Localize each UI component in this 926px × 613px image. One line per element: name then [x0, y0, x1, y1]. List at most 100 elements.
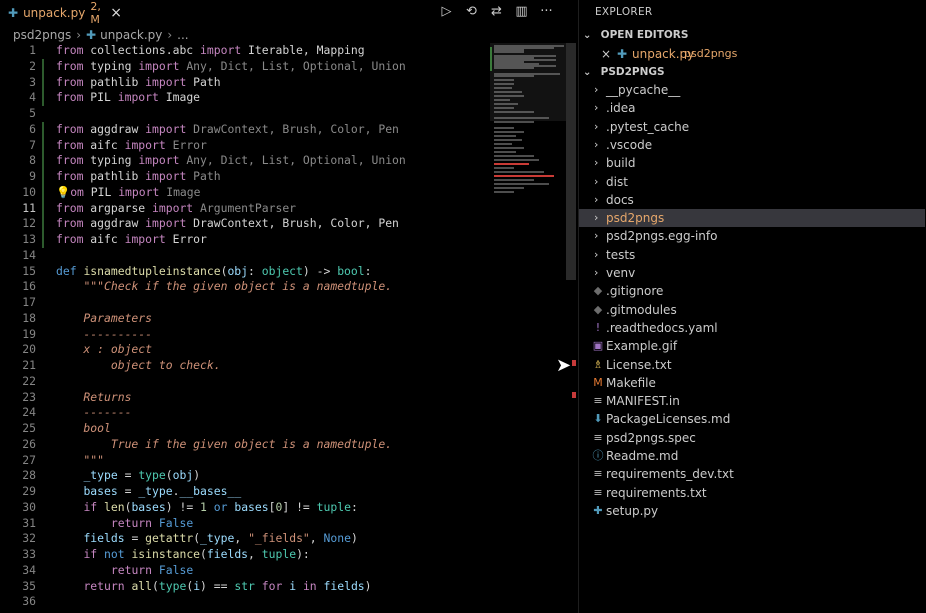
code-line[interactable]: 29 bases = _type.__bases__	[0, 484, 490, 500]
minimap-line	[494, 87, 512, 89]
code-line[interactable]: 8 from typing import Any, Dict, List, Opt…	[0, 153, 490, 169]
code-token: ,	[248, 547, 262, 561]
breadcrumb-file[interactable]: unpack.py	[100, 28, 162, 42]
close-icon[interactable]: ×	[601, 45, 611, 63]
tree-folder[interactable]: › venv	[579, 264, 925, 282]
tree-folder[interactable]: › docs	[579, 191, 925, 209]
code-line[interactable]: 26 True if the given object is a namedtu…	[0, 437, 490, 453]
code-line[interactable]: 14	[0, 248, 490, 264]
tree-file[interactable]: ! .readthedocs.yaml	[579, 319, 925, 337]
code-line[interactable]: 27 """	[0, 453, 490, 469]
tree-file[interactable]: ◆ .gitmodules	[579, 301, 925, 319]
code-line[interactable]: 19 ----------	[0, 327, 490, 343]
code-line[interactable]: 9 from pathlib import Path	[0, 169, 490, 185]
minimap-line	[494, 83, 514, 85]
tab-unpack-py[interactable]: ✚ unpack.py 2, M ×	[0, 0, 122, 26]
project-header[interactable]: ⌄ PSD2PNGS	[583, 63, 665, 81]
tree-file[interactable]: ♗ License.txt	[579, 356, 925, 374]
code-token: True if the given object is a namedtuple…	[56, 436, 393, 451]
code-line[interactable]: 13 from aifc import Error	[0, 232, 490, 248]
minimap[interactable]	[490, 43, 566, 613]
code-line[interactable]: 7 from aifc import Error	[0, 137, 490, 154]
code-text: object to check.	[56, 358, 221, 374]
tree-folder[interactable]: › __pycache__	[579, 81, 925, 99]
code-token: Iterable, Mapping	[241, 43, 365, 57]
code-line[interactable]: 16 """Check if the given object is a nam…	[0, 279, 490, 295]
tree-folder[interactable]: › psd2pngs	[579, 209, 925, 228]
code-line[interactable]: 15 def isnamedtupleinstance(obj: object) …	[0, 264, 490, 280]
code-line[interactable]: 10 💡om PIL import Image	[0, 184, 490, 201]
code-line[interactable]: 21 object to check.	[0, 358, 490, 374]
code-line[interactable]: 28 _type = type(obj)	[0, 468, 490, 484]
code-line[interactable]: 31 return False	[0, 516, 490, 532]
breadcrumb-folder[interactable]: psd2pngs	[13, 28, 71, 42]
code-line[interactable]: 30 if len(bases) != 1 or bases[0] != tup…	[0, 500, 490, 516]
tree-folder[interactable]: › psd2pngs.egg-info	[579, 227, 925, 245]
tree-file[interactable]: ▣ Example.gif	[579, 337, 925, 355]
tree-item-label: setup.py	[606, 503, 659, 518]
code-token: import	[152, 200, 194, 215]
code-line[interactable]: 33 if not isinstance(fields, tuple):	[0, 547, 490, 563]
tree-file[interactable]: ≡ MANIFEST.in	[579, 392, 925, 410]
code-line[interactable]: 20 x : object	[0, 342, 490, 358]
tree-folder[interactable]: › .idea	[579, 99, 925, 117]
code-line[interactable]: 11 from argparse import ArgumentParser	[0, 200, 490, 217]
tree-file[interactable]: ≡ psd2pngs.spec	[579, 429, 925, 447]
minimap-line	[494, 135, 516, 137]
tree-folder[interactable]: › tests	[579, 246, 925, 264]
code-line[interactable]: 34 return False	[0, 563, 490, 579]
code-line[interactable]: 35 return all(type(i) == str for i in fi…	[0, 579, 490, 595]
code-line[interactable]: 4 from PIL import Image	[0, 90, 490, 106]
chevron-right-icon: ›	[594, 229, 599, 243]
code-line[interactable]: 17	[0, 295, 490, 311]
code-line[interactable]: 3 from pathlib import Path	[0, 74, 490, 91]
code-line[interactable]: 1 from collections.abc import Iterable, M…	[0, 43, 490, 59]
compare-icon[interactable]: ⇄	[488, 3, 505, 20]
code-token: __bases__	[179, 484, 242, 498]
history-icon[interactable]: ⟲	[463, 3, 480, 20]
tree-item-label: Example.gif	[606, 339, 678, 354]
code-line[interactable]: 36	[0, 594, 490, 610]
code-token: tuple	[261, 547, 297, 561]
code-token: False	[158, 515, 194, 530]
code-line[interactable]: 32 fields = getattr(_type, "_fields", No…	[0, 531, 490, 547]
tree-file[interactable]: ✚ setup.py	[579, 502, 925, 520]
code-token: Any, Dict, List, Optional, Union	[179, 58, 406, 73]
tree-file[interactable]: ⓘ Readme.md	[579, 447, 925, 465]
tree-file[interactable]: ⬇ PackageLicenses.md	[579, 410, 925, 428]
more-actions-icon[interactable]: ···	[538, 3, 555, 20]
line-number: 14	[22, 247, 36, 262]
code-line[interactable]: 18 Parameters	[0, 311, 490, 327]
code-line[interactable]: 12 from aggdraw import DrawContext, Brush…	[0, 216, 490, 232]
tree-folder[interactable]: › dist	[579, 173, 925, 191]
close-icon[interactable]: ×	[110, 5, 122, 21]
tree-file[interactable]: ≡ requirements_dev.txt	[579, 465, 925, 483]
open-editors-header[interactable]: ⌄ OPEN EDITORS	[583, 26, 688, 44]
code-line[interactable]: 6 from aggdraw import DrawContext, Brush,…	[0, 121, 490, 138]
code-line[interactable]: 5	[0, 106, 490, 122]
code-text: from pathlib import Path	[56, 75, 221, 91]
tree-folder[interactable]: › .pytest_cache	[579, 118, 925, 136]
code-line[interactable]: 23 Returns	[0, 390, 490, 406]
split-editor-icon[interactable]: ▥	[513, 3, 530, 20]
breadcrumb-symbol[interactable]: ...	[177, 28, 188, 42]
vertical-scrollbar[interactable]	[566, 43, 576, 280]
minimap-line	[494, 159, 539, 161]
tree-file[interactable]: ◆ .gitignore	[579, 282, 925, 300]
code-area[interactable]: 1 from collections.abc import Iterable, M…	[0, 43, 490, 610]
tree-file[interactable]: M Makefile	[579, 374, 925, 392]
open-editor-item[interactable]: × ✚ unpack.py psd2pngs	[579, 45, 925, 63]
lightbulb-icon[interactable]: 💡	[56, 185, 70, 199]
tree-file[interactable]: ≡ requirements.txt	[579, 484, 925, 502]
tree-folder[interactable]: › build	[579, 154, 925, 172]
code-token: ----------	[56, 326, 153, 341]
code-line[interactable]: 25 bool	[0, 421, 490, 437]
text-file-icon: ≡	[593, 430, 603, 444]
code-line[interactable]: 24 -------	[0, 405, 490, 421]
run-icon[interactable]: ▷	[438, 3, 455, 20]
code-line[interactable]: 22	[0, 374, 490, 390]
code-line[interactable]: 2 from typing import Any, Dict, List, Opt…	[0, 58, 490, 75]
tree-folder[interactable]: › .vscode	[579, 136, 925, 154]
